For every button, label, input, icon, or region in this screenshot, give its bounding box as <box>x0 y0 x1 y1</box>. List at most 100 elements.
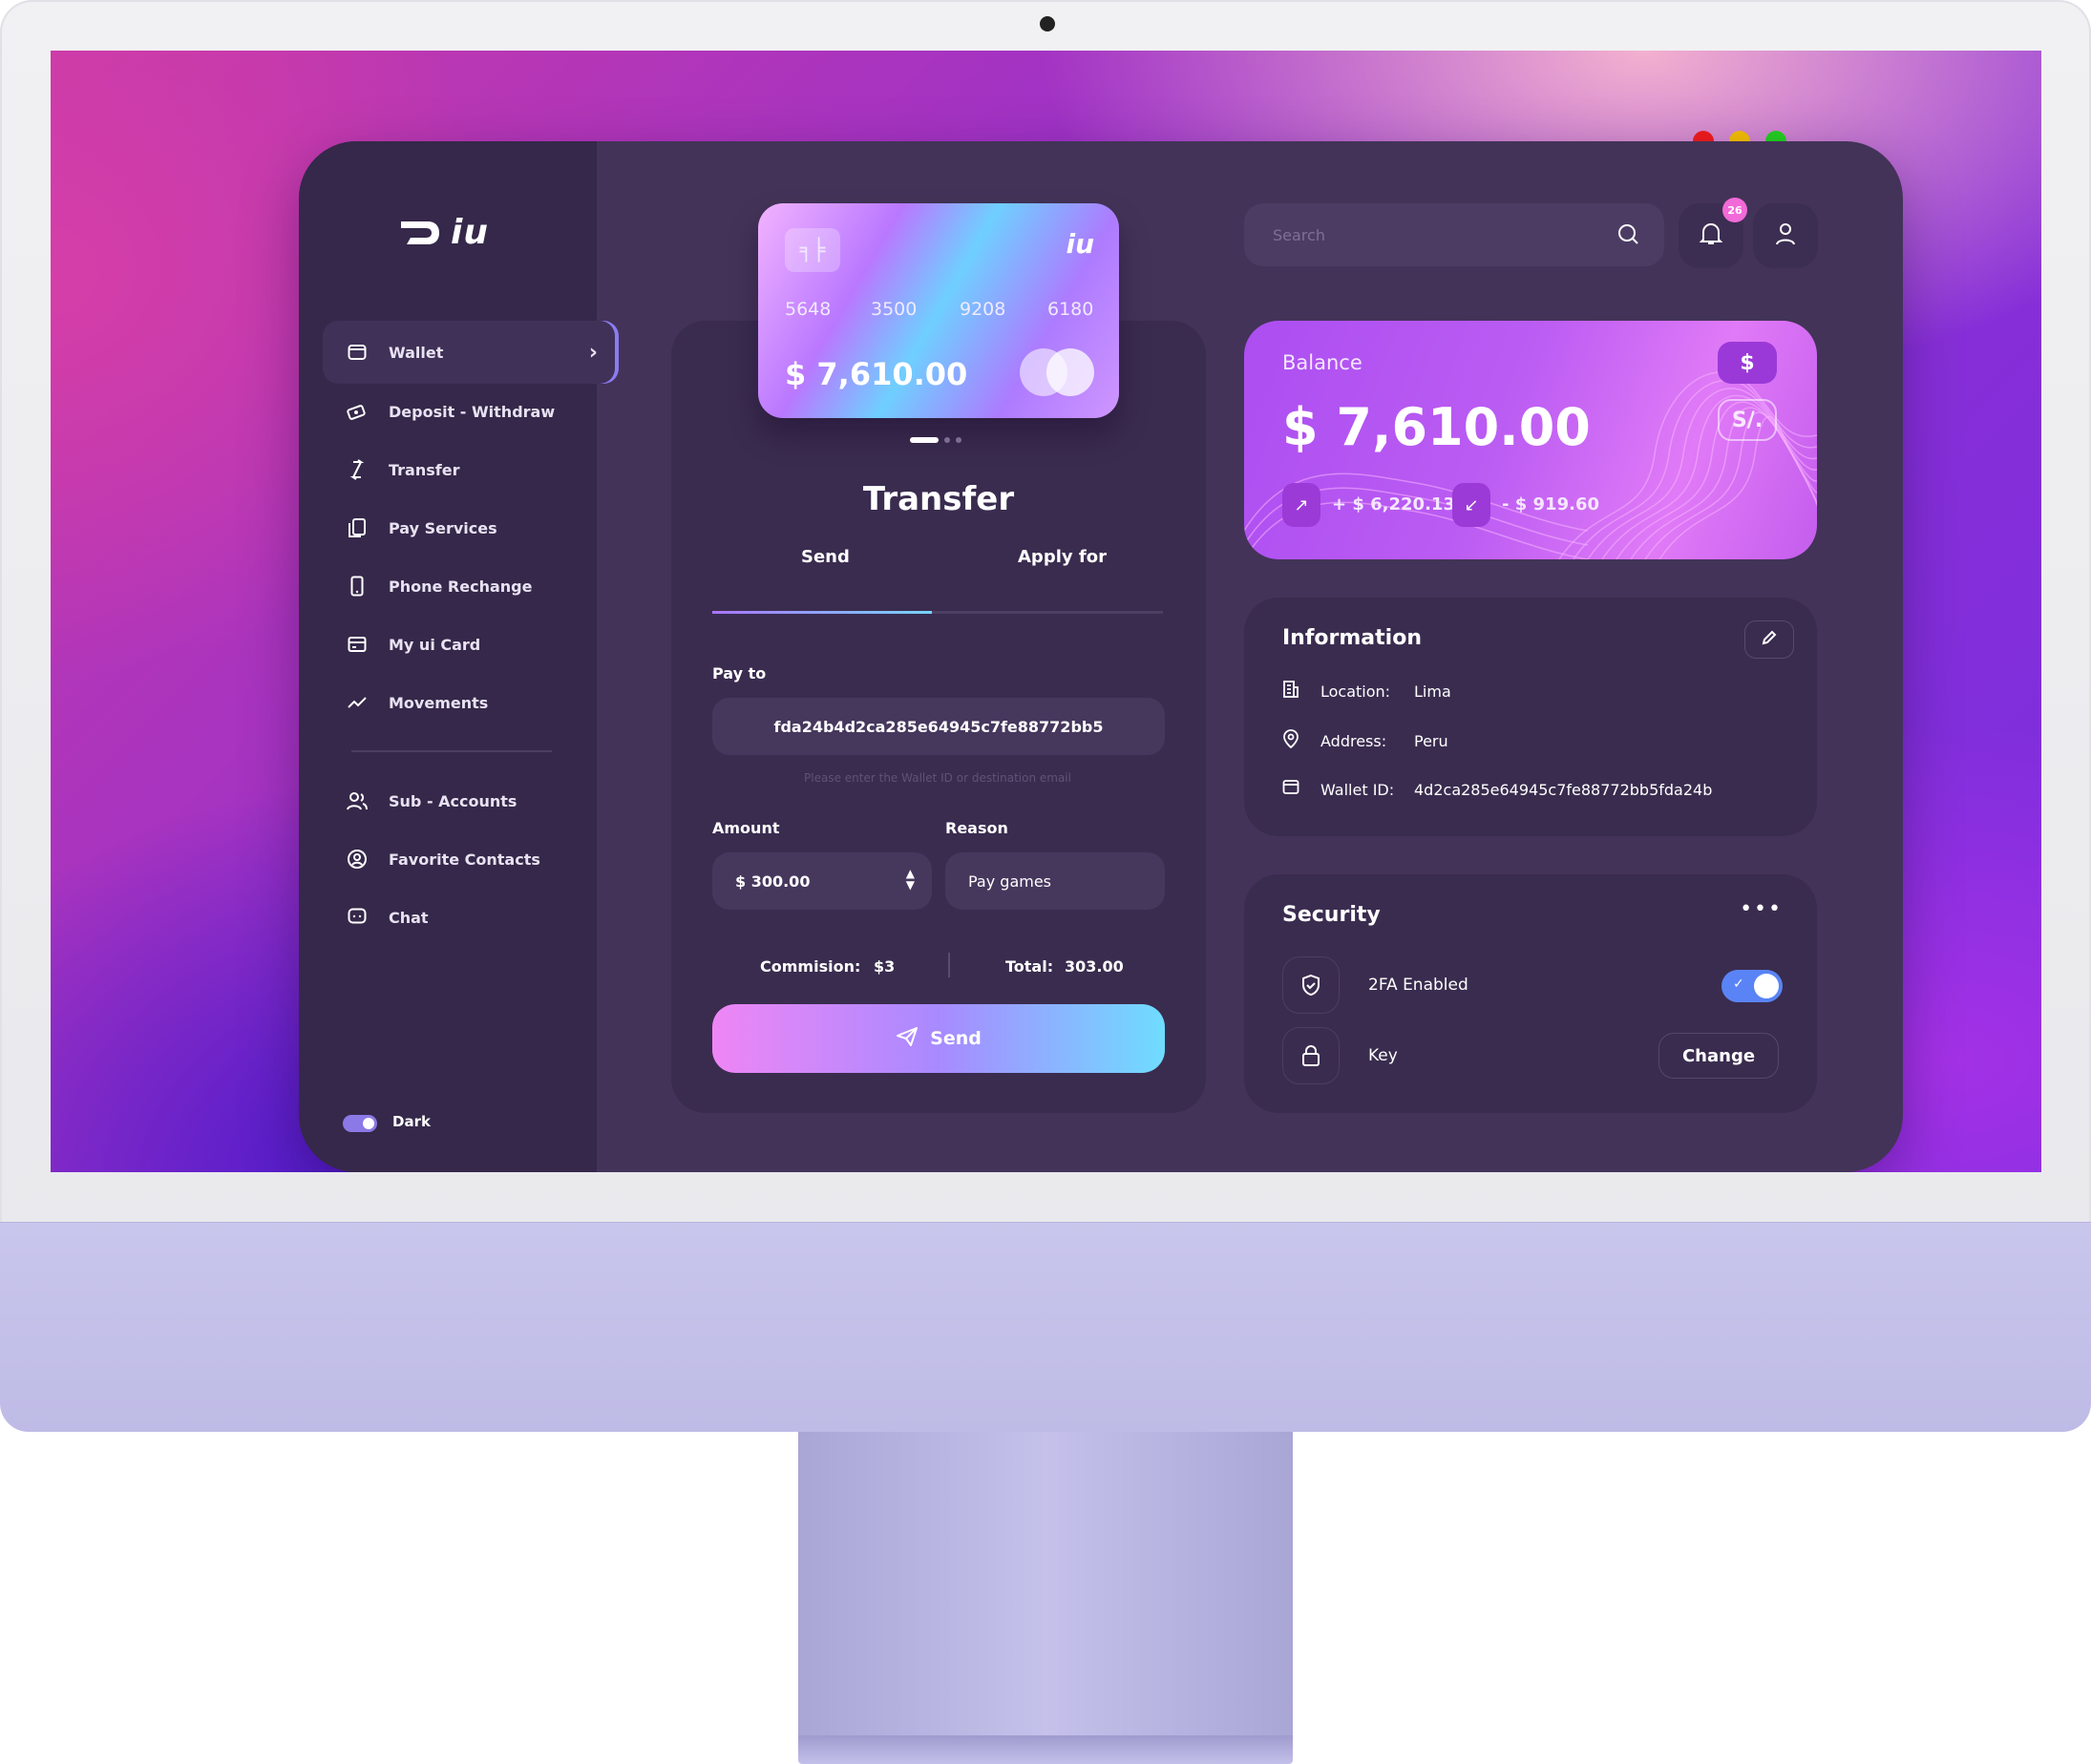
commission-value: $3 <box>874 957 896 976</box>
sidebar-item-chat[interactable]: Chat <box>347 892 429 942</box>
commission-label: Commision: <box>760 957 861 976</box>
sidebar-item-label: Chat <box>389 908 429 927</box>
info-value[interactable]: 4d2ca285e64945c7fe88772bb5fda24b <box>1414 781 1712 799</box>
pay-to-hint: Please enter the Wallet ID or destinatio… <box>804 771 1071 785</box>
wallet-icon <box>1282 779 1320 800</box>
desktop-wallpaper: iu Wallet › Deposit - Withdraw Transfer <box>51 51 2041 1172</box>
security-title: Security <box>1282 903 1381 927</box>
info-value: Peru <box>1414 731 1448 750</box>
security-panel: Security ••• 2FA Enabled ✓ Key Change <box>1244 874 1817 1113</box>
info-value: Lima <box>1414 682 1451 701</box>
stand-foot <box>798 1735 1293 1764</box>
edit-information-button[interactable] <box>1744 620 1794 659</box>
amount-stepper[interactable]: $ 300.00 ▲ ▼ <box>712 852 932 910</box>
twofa-label: 2FA Enabled <box>1368 976 1468 995</box>
tab-indicator <box>712 611 1163 614</box>
location-pin-icon <box>1282 729 1320 752</box>
brand-name: iu <box>451 213 489 252</box>
trend-icon <box>347 692 368 713</box>
amount-value: $ 300.00 <box>735 872 811 891</box>
sidebar-item-pay-services[interactable]: Pay Services <box>347 503 497 553</box>
sidebar-item-label: Deposit - Withdraw <box>389 402 556 421</box>
contacts-icon <box>347 849 368 870</box>
expense-value: - $ 919.60 <box>1502 494 1599 514</box>
send-button[interactable]: Send <box>712 1004 1165 1073</box>
sidebar-item-movements[interactable]: Movements <box>347 678 488 727</box>
wallet-icon <box>347 342 368 363</box>
bell-icon <box>1699 221 1723 250</box>
card-number-group: 9208 <box>960 299 1006 320</box>
info-key: Address: <box>1320 731 1387 750</box>
balance-title: Balance <box>1282 351 1362 374</box>
card-carousel-dots[interactable] <box>910 437 961 443</box>
info-key: Location: <box>1320 682 1391 701</box>
chevron-right-icon: › <box>588 340 598 365</box>
brand-mark-icon <box>401 220 439 244</box>
paper-plane-icon <box>896 1026 919 1052</box>
sidebar-item-wallet[interactable]: Wallet › <box>323 321 619 384</box>
sidebar-item-my-ui-card[interactable]: My ui Card <box>347 620 480 669</box>
card-icon <box>347 634 368 655</box>
pay-to-input[interactable]: fda24b4d2ca285e64945c7fe88772bb5 <box>712 698 1165 755</box>
tab-send[interactable]: Send <box>801 547 850 567</box>
summary-divider <box>948 953 950 977</box>
card-network-icon <box>1020 348 1096 396</box>
sidebar-item-phone-rechange[interactable]: Phone Rechange <box>347 561 532 611</box>
stand-neck <box>798 1432 1293 1747</box>
sidebar: iu Wallet › Deposit - Withdraw Transfer <box>299 141 619 1172</box>
currency-usd-button[interactable]: $ <box>1718 342 1777 384</box>
virtual-card[interactable]: ╕╞ iu 5648 3500 9208 6180 $ 7,610.00 <box>758 203 1119 418</box>
profile-button[interactable] <box>1753 203 1818 268</box>
user-icon <box>1775 222 1796 249</box>
income-value: + $ 6,220.13 <box>1332 494 1455 514</box>
search-icon[interactable] <box>1616 222 1641 251</box>
info-row-address: Address: Peru <box>1282 729 1448 752</box>
camera-dot <box>1040 16 1055 32</box>
card-number-group: 6180 <box>1047 299 1094 320</box>
information-panel: Information Location: Lima Address: Peru… <box>1244 598 1817 836</box>
currency-pen-button[interactable]: S/. <box>1718 399 1777 441</box>
sidebar-item-label: Wallet <box>389 343 444 362</box>
card-balance: $ 7,610.00 <box>785 356 968 392</box>
bill-icon <box>347 517 368 538</box>
sidebar-item-deposit-withdraw[interactable]: Deposit - Withdraw <box>347 387 555 436</box>
dark-mode-toggle[interactable] <box>343 1115 377 1132</box>
tab-apply-for[interactable]: Apply for <box>1018 547 1107 567</box>
stepper-arrows-icon[interactable]: ▲ ▼ <box>906 868 915 891</box>
sidebar-item-label: Movements <box>389 693 489 712</box>
notifications-button[interactable]: 26 <box>1679 198 1747 268</box>
amount-label: Amount <box>712 819 780 837</box>
total-value: 303.00 <box>1065 957 1124 976</box>
sidebar-item-label: Pay Services <box>389 518 497 537</box>
users-icon <box>347 790 368 811</box>
sidebar-item-label: My ui Card <box>389 635 481 654</box>
transfer-icon <box>347 459 368 480</box>
transfer-title: Transfer <box>862 480 1015 518</box>
sidebar-item-label: Favorite Contacts <box>389 850 540 869</box>
card-brand-logo: iu <box>1066 228 1094 260</box>
total-label: Total: <box>1005 957 1054 976</box>
check-icon: ✓ <box>1733 976 1744 992</box>
change-key-button[interactable]: Change <box>1658 1033 1779 1079</box>
balance-card: Balance $ 7,610.00 $ S/. ↗ + $ 6,220.13 … <box>1244 321 1817 559</box>
imac-frame: iu Wallet › Deposit - Withdraw Transfer <box>0 0 2091 1764</box>
pencil-icon <box>1761 629 1778 650</box>
sidebar-item-favorite-contacts[interactable]: Favorite Contacts <box>347 834 540 884</box>
balance-amount: $ 7,610.00 <box>1282 397 1591 457</box>
search-input[interactable]: Search <box>1244 203 1664 266</box>
cash-icon <box>347 401 368 422</box>
sidebar-item-sub-accounts[interactable]: Sub - Accounts <box>347 776 517 826</box>
more-options-icon[interactable]: ••• <box>1740 897 1783 921</box>
phone-icon <box>347 576 368 597</box>
sidebar-item-label: Phone Rechange <box>389 577 533 596</box>
brand-logo[interactable]: iu <box>399 213 489 252</box>
sidebar-item-transfer[interactable]: Transfer <box>347 445 459 494</box>
sidebar-divider <box>351 750 552 752</box>
card-number-group: 3500 <box>871 299 918 320</box>
sidebar-item-label: Transfer <box>389 460 460 479</box>
reason-input[interactable]: Pay games <box>945 852 1165 910</box>
lock-icon <box>1282 1027 1340 1084</box>
twofa-toggle[interactable]: ✓ <box>1721 970 1783 1002</box>
shield-icon <box>1282 956 1340 1014</box>
pay-to-label: Pay to <box>712 664 767 682</box>
